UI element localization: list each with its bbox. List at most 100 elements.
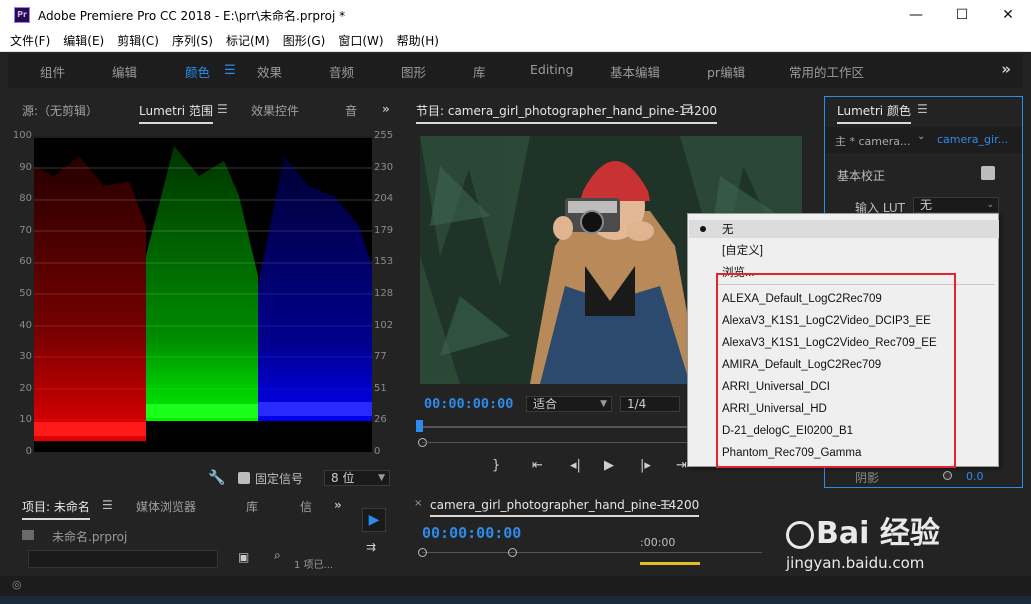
tab-project[interactable]: 项目: 未命名 [22,498,90,520]
clamp-signal-checkbox[interactable] [238,472,250,484]
tab-effect-controls[interactable]: 效果控件 [251,102,299,119]
windows-taskbar [0,596,1031,604]
project-overflow-icon[interactable]: » [334,498,342,512]
input-lut-dropdown[interactable]: 无 ⌄ [913,197,999,213]
scope-tab-menu-icon[interactable]: ☰ [217,102,228,116]
playback-resolution-value: 1/4 [627,397,647,411]
basic-correction-checkbox[interactable] [981,166,995,180]
workspace-audio[interactable]: 音频 [329,62,354,81]
timeline-zoom-handle-start[interactable] [418,548,427,557]
new-bin-icon[interactable]: ▣ [238,550,249,564]
bit-depth-dropdown[interactable]: 8 位 ▼ [324,470,390,486]
workspace-bar: 组件 编辑 颜色 ☰ 效果 音频 图形 库 Editing 基本编辑 pr编辑 … [8,54,1023,88]
project-panel: 项目: 未命名 ☰ 媒体浏览器 库 信 » 未命名.prproj ▣ ⌕ 1 项… [8,492,352,574]
close-button[interactable]: ✕ [985,0,1031,30]
tools-panel: ▶ ⇉ [356,492,398,574]
minimize-button[interactable]: — [893,0,939,30]
track-select-tool-icon[interactable]: ⇉ [366,540,376,554]
program-monitor-title[interactable]: 节目: camera_girl_photographer_hand_pine-1… [416,102,718,124]
menu-clip[interactable]: 剪辑(C) [117,32,159,49]
baidu-watermark: Bai 经验 jingyan.baidu.com [786,508,940,572]
workspace-menu-icon[interactable]: ☰ [224,63,236,78]
lut-option-none[interactable]: 无 [722,221,734,237]
fit-dropdown[interactable]: 适合 ▼ [526,396,612,412]
highlight-box [716,273,956,468]
program-timecode[interactable]: 00:00:00:00 [424,396,513,412]
menu-edit[interactable]: 编辑(E) [63,32,104,49]
timeline-zoom-track[interactable] [422,552,762,553]
tab-media-browser[interactable]: 媒体浏览器 [136,498,196,515]
workspace-color[interactable]: 颜色 [185,62,210,81]
program-menu-icon[interactable]: ☰ [682,102,693,116]
timeline-timecode[interactable]: 00:00:00:00 [422,524,521,542]
scope-left-tick-label: 70 [19,224,32,236]
menu-graphics[interactable]: 图形(G) [283,32,326,49]
step-back-icon[interactable]: ◂| [570,458,581,473]
scope-right-tick-label: 179 [374,224,394,236]
work-area-bar[interactable] [640,562,700,565]
chevron-down-icon: ▼ [378,473,385,483]
playhead-icon[interactable] [416,420,423,432]
workspace-assembly[interactable]: 组件 [40,62,65,81]
menu-help[interactable]: 帮助(H) [397,32,439,49]
watermark-brand: Bai 经验 [786,508,940,552]
scope-right-tick-label: 26 [374,414,387,426]
workspace-overflow-icon[interactable]: » [1001,60,1011,78]
go-to-out-icon[interactable]: ⇥ [676,458,687,473]
scope-right-tick-label: 153 [374,256,394,268]
workspace-editing-cn[interactable]: 编辑 [112,62,137,81]
workspace-pr-edit[interactable]: pr编辑 [707,62,745,81]
menu-sequence[interactable]: 序列(S) [172,32,213,49]
timeline-ruler-time: :00:00 [640,536,676,549]
wrench-icon[interactable]: 🔧 [208,470,225,486]
menu-marker[interactable]: 标记(M) [226,32,270,49]
tab-lumetri-scopes[interactable]: Lumetri 范围 [139,102,213,124]
clip-tab[interactable]: camera_gir... [937,133,1008,146]
playback-resolution-dropdown[interactable]: 1/4 [620,396,680,412]
play-icon[interactable]: ▶ [604,458,614,473]
basic-correction-header[interactable]: 基本校正 [837,167,885,184]
shadows-slider[interactable] [943,471,952,480]
premiere-app-icon: Pr [14,7,30,23]
workspace-basic-edit[interactable]: 基本编辑 [610,62,660,81]
workspace-libraries[interactable]: 库 [473,62,486,81]
shadows-value[interactable]: 0.0 [966,470,984,483]
scope-left-tick-label: 40 [19,319,32,331]
close-tab-icon[interactable]: × [414,498,422,509]
bit-depth-value: 8 位 [331,471,355,485]
master-clip-tab[interactable]: 主 * camera... [835,133,911,149]
tab-source[interactable]: 源:（无剪辑） [22,102,98,119]
timeline-menu-icon[interactable]: ☰ [660,498,671,512]
selection-tool-icon[interactable]: ▶ [362,508,386,532]
tab-info-truncated[interactable]: 信 [300,498,312,515]
project-menu-icon[interactable]: ☰ [102,498,113,512]
paw-logo-icon [786,520,814,549]
mark-out-icon[interactable]: } [492,458,500,473]
menu-file[interactable]: 文件(F) [10,32,50,49]
tab-audio-truncated[interactable]: 音 [345,102,357,119]
go-to-in-icon[interactable]: ⇤ [532,458,543,473]
timeline-sequence-tab[interactable]: camera_girl_photographer_hand_pine-14200 [430,498,700,517]
scope-overflow-icon[interactable]: » [382,102,390,116]
lut-option-custom[interactable]: [自定义] [722,242,763,258]
scope-right-tick-label: 230 [374,161,394,173]
workspace-editing-en[interactable]: Editing [530,62,574,77]
lumetri-menu-icon[interactable]: ☰ [917,102,928,116]
rgb-parade-scope [34,136,372,452]
step-forward-icon[interactable]: |▸ [640,458,651,473]
clip-selector-bar: 主 * camera... ⌄ camera_gir... [825,127,1022,153]
search-icon[interactable]: ⌕ [274,548,281,563]
tab-libraries[interactable]: 库 [246,498,258,515]
chevron-down-icon[interactable]: ⌄ [917,131,925,142]
workspace-graphics[interactable]: 图形 [401,62,426,81]
timeline-zoom-handle-end[interactable] [508,548,517,557]
clamp-signal-label: 固定信号 [255,472,304,486]
selected-item-highlight [689,220,999,238]
workspace-common[interactable]: 常用的工作区 [789,62,864,81]
scope-left-tick-label: 100 [12,130,32,141]
project-search-input[interactable] [28,550,218,568]
maximize-button[interactable]: ☐ [939,0,985,30]
lumetri-color-title[interactable]: Lumetri 颜色 [837,102,911,124]
menu-window[interactable]: 窗口(W) [338,32,383,49]
workspace-effects[interactable]: 效果 [257,62,282,81]
